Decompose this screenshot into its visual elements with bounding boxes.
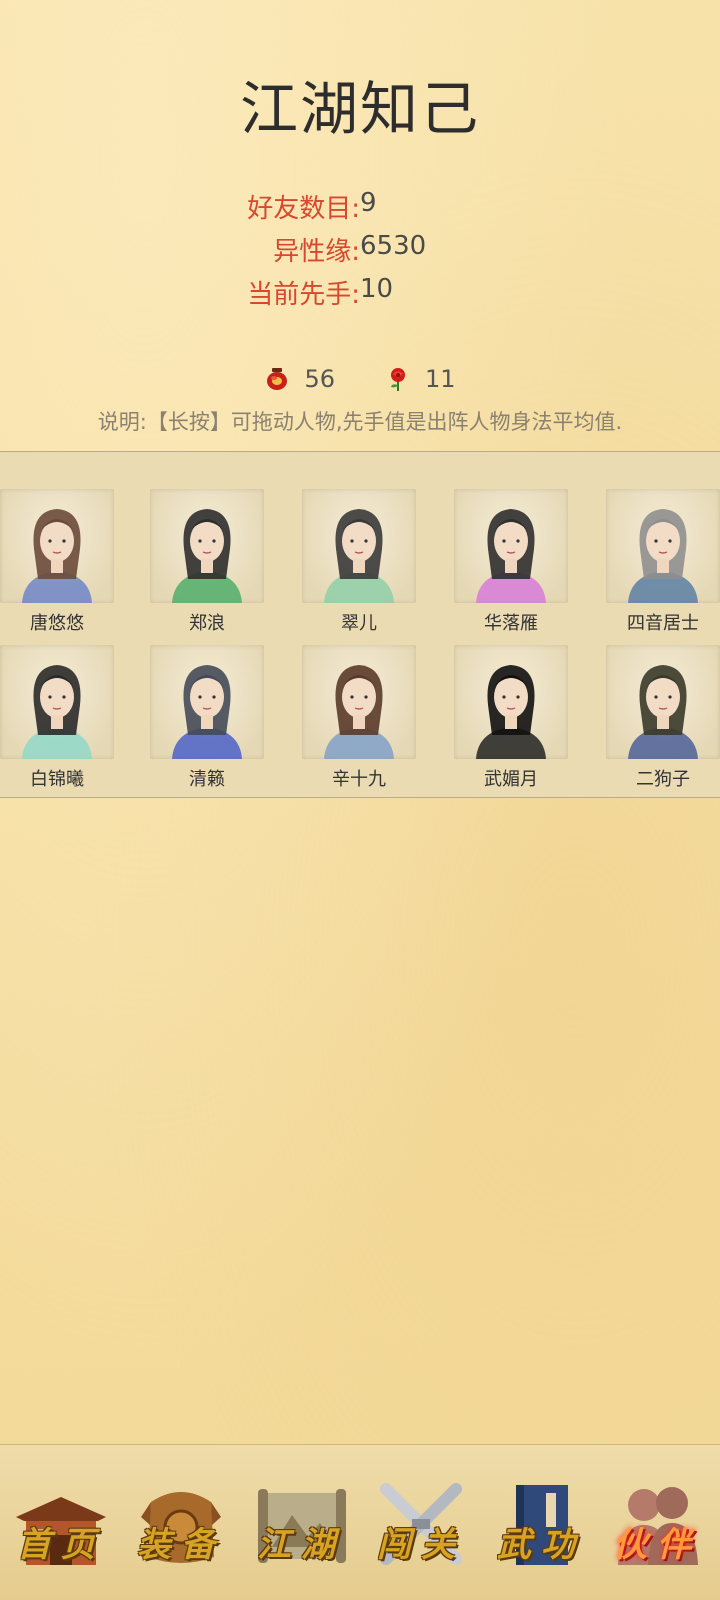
instruction-text: 说明:【长按】可拖动人物,先手值是出阵人物身法平均值. <box>97 410 623 434</box>
page-title: 江湖知己 <box>239 75 480 143</box>
resource-rose: 11 <box>385 365 456 393</box>
friend-portrait <box>606 489 720 603</box>
nav-label: 武功 <box>497 1525 585 1565</box>
bottom-nav: 首页 装备 江湖 闯关 武功 伙伴 <box>0 1444 720 1600</box>
friend-name: 清籁 <box>189 769 225 790</box>
stat-value: 9 <box>360 188 377 218</box>
friend-name: 二狗子 <box>636 769 690 790</box>
nav-label: 伙伴 <box>613 1525 701 1565</box>
friend-portrait <box>150 489 264 603</box>
friend-name: 翠儿 <box>341 613 377 634</box>
friend-portrait <box>0 489 114 603</box>
friend-card[interactable]: 华落雁 <box>454 489 568 634</box>
stat-label: 好友数目: <box>247 194 360 224</box>
friend-card[interactable]: 白锦曦 <box>0 645 114 790</box>
friend-name: 辛十九 <box>332 769 386 790</box>
nav-tab-partners[interactable]: 伙伴 <box>602 1467 712 1577</box>
nav-label: 装备 <box>137 1525 225 1565</box>
nav-label: 江湖 <box>257 1525 345 1565</box>
friend-card[interactable]: 武媚月 <box>454 645 568 790</box>
friend-name: 华落雁 <box>484 613 538 634</box>
friend-card[interactable]: 四音居士 <box>606 489 720 634</box>
stat-value: 10 <box>360 274 394 304</box>
friend-portrait <box>302 489 416 603</box>
nav-label: 首页 <box>17 1525 105 1565</box>
nav-tab-scroll-map[interactable]: 江湖 <box>246 1467 356 1577</box>
stats-block: 好友数目: 9 异性缘: 6530 当前先手: 10 <box>0 188 720 317</box>
stat-opposite-sex-affinity: 异性缘: 6530 <box>0 231 720 274</box>
friend-name: 唐悠悠 <box>30 613 84 634</box>
nav-tab-crossed-swords[interactable]: 闯关 <box>366 1467 476 1577</box>
nav-tab-house[interactable]: 首页 <box>6 1467 116 1577</box>
friend-portrait <box>454 489 568 603</box>
friend-name: 武媚月 <box>484 769 538 790</box>
stat-initiative: 当前先手: 10 <box>0 274 720 317</box>
stat-label: 异性缘: <box>273 237 360 267</box>
nav-tab-martial-book[interactable]: 武功 <box>486 1467 596 1577</box>
friend-card[interactable]: 翠儿 <box>302 489 416 634</box>
stat-value: 6530 <box>360 231 427 261</box>
resource-bar: 56 11 <box>0 362 720 396</box>
resource-rose-value: 11 <box>425 365 456 393</box>
friend-name: 白锦曦 <box>30 769 84 790</box>
friend-name: 四音居士 <box>627 613 699 634</box>
friend-portrait <box>606 645 720 759</box>
friend-card[interactable]: 郑浪 <box>150 489 264 634</box>
friend-portrait <box>150 645 264 759</box>
stat-friend-count: 好友数目: 9 <box>0 188 720 231</box>
friends-grid: 唐悠悠 郑浪 翠儿 华落雁 四音居士白锦曦 清籁 辛十九 武媚月 二狗子 <box>0 451 720 798</box>
friend-name: 郑浪 <box>189 613 225 634</box>
rose-icon <box>385 366 411 392</box>
nav-tab-armor[interactable]: 装备 <box>126 1467 236 1577</box>
friend-portrait <box>0 645 114 759</box>
friend-card[interactable]: 二狗子 <box>606 645 720 790</box>
friend-card[interactable]: 唐悠悠 <box>0 489 114 634</box>
friend-portrait <box>454 645 568 759</box>
wine-jar-icon <box>264 366 290 392</box>
resource-wine: 56 <box>264 365 335 393</box>
stat-label: 当前先手: <box>247 280 360 310</box>
resource-wine-value: 56 <box>304 365 335 393</box>
nav-label: 闯关 <box>377 1525 465 1565</box>
friend-card[interactable]: 辛十九 <box>302 645 416 790</box>
friend-card[interactable]: 清籁 <box>150 645 264 790</box>
friend-portrait <box>302 645 416 759</box>
